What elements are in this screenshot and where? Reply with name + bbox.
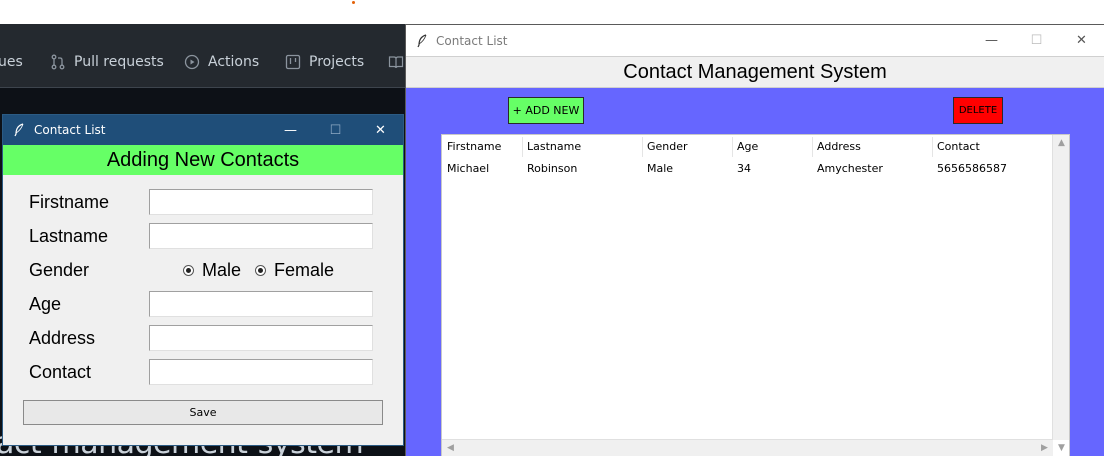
scroll-left-icon[interactable]: ◀	[442, 440, 459, 456]
close-icon[interactable]: ✕	[1059, 25, 1104, 56]
main-window-title: Contact List	[436, 33, 508, 48]
main-app-body: + ADD NEW DELETE Firstname Lastname Gend…	[406, 88, 1104, 456]
nav-pull-requests[interactable]: Pull requests	[50, 54, 164, 70]
firstname-label: Firstname	[29, 192, 110, 212]
contact-list-window: Contact List — ☐ ✕ Contact Management Sy…	[405, 24, 1104, 456]
scroll-up-icon[interactable]: ▲	[1053, 135, 1070, 152]
age-input[interactable]	[149, 291, 373, 317]
radio-button-icon	[255, 265, 266, 276]
column-header-age[interactable]: Age	[733, 137, 813, 157]
desktop-top-strip	[0, 0, 1104, 24]
main-titlebar[interactable]: Contact List — ☐ ✕	[406, 25, 1104, 56]
column-header-contact[interactable]: Contact	[933, 137, 1053, 157]
table-row[interactable]: Michael Robinson Male 34 Amychester 5656…	[443, 159, 1053, 179]
maximize-icon[interactable]: ☐	[1014, 25, 1059, 56]
lastname-label: Lastname	[29, 226, 109, 246]
minimize-icon[interactable]: —	[268, 115, 313, 145]
main-window-controls: — ☐ ✕	[969, 25, 1104, 56]
radio-button-icon	[183, 265, 194, 276]
repo-nav-bar: ues Pull requests Actions Projects	[0, 24, 406, 88]
maximize-icon[interactable]: ☐	[313, 115, 358, 145]
cell-lastname: Robinson	[527, 162, 578, 175]
cell-address: Amychester	[817, 162, 883, 175]
pull-request-icon	[51, 54, 65, 70]
scroll-right-icon[interactable]: ▶	[1036, 440, 1053, 456]
notification-dot	[352, 1, 355, 4]
cell-contact: 5656586587	[937, 162, 1007, 175]
form-window-title: Contact List	[34, 123, 106, 137]
horizontal-scrollbar[interactable]: ◀ ▶	[442, 439, 1053, 456]
address-label: Address	[29, 328, 96, 348]
column-header-lastname[interactable]: Lastname	[523, 137, 643, 157]
male-option-label: Male	[202, 260, 242, 280]
gender-label: Gender	[29, 260, 90, 280]
add-new-button[interactable]: + ADD NEW	[508, 97, 584, 124]
minimize-icon[interactable]: —	[969, 25, 1014, 56]
firstname-input[interactable]	[149, 189, 373, 215]
female-option-label: Female	[274, 260, 335, 280]
lastname-input[interactable]	[149, 223, 373, 249]
scroll-down-icon[interactable]: ▼	[1053, 440, 1070, 456]
nav-wiki[interactable]	[388, 54, 404, 70]
cell-gender: Male	[647, 162, 674, 175]
table-header: Firstname Lastname Gender Age Address Co…	[443, 137, 1053, 157]
column-header-address[interactable]: Address	[813, 137, 933, 157]
feather-icon	[417, 33, 427, 47]
vertical-scrollbar[interactable]: ▲ ▼	[1052, 135, 1070, 453]
cell-firstname: Michael	[447, 162, 490, 175]
nav-issues[interactable]: ues	[0, 54, 23, 70]
column-header-gender[interactable]: Gender	[643, 137, 733, 157]
age-label: Age	[29, 294, 62, 314]
project-icon	[285, 54, 301, 70]
contact-input[interactable]	[149, 359, 373, 385]
form-header: Adding New Contacts	[3, 145, 403, 175]
app-title: Contact Management System	[406, 56, 1104, 88]
play-icon	[184, 54, 200, 70]
nav-projects[interactable]: Projects	[285, 54, 364, 70]
book-icon	[388, 56, 404, 69]
nav-actions[interactable]: Actions	[184, 54, 259, 70]
add-contact-window: Contact List — ☐ ✕ Adding New Contacts F…	[2, 114, 404, 446]
feather-icon	[14, 123, 24, 137]
address-input[interactable]	[149, 325, 373, 351]
save-button[interactable]: Save	[23, 400, 383, 425]
gender-male-radio[interactable]: Male	[183, 260, 241, 281]
form-window-controls: — ☐ ✕	[268, 115, 403, 146]
close-icon[interactable]: ✕	[358, 115, 403, 145]
cell-age: 34	[737, 162, 751, 175]
form-titlebar[interactable]: Contact List — ☐ ✕	[3, 115, 403, 145]
contacts-table[interactable]: Firstname Lastname Gender Age Address Co…	[441, 134, 1070, 456]
column-header-firstname[interactable]: Firstname	[443, 137, 523, 157]
contact-label: Contact	[29, 362, 92, 382]
gender-female-radio[interactable]: Female	[255, 260, 334, 281]
delete-button[interactable]: DELETE	[953, 97, 1003, 124]
